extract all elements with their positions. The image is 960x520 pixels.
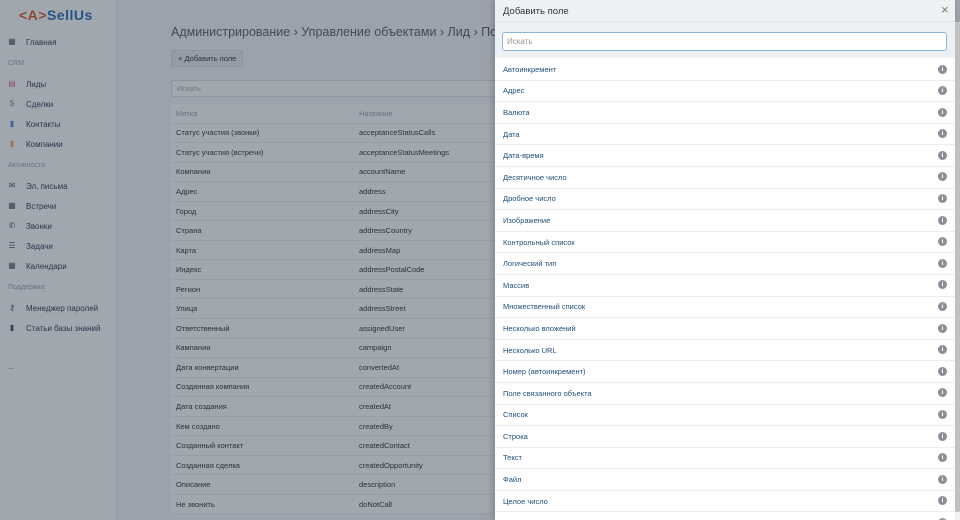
scrollbar-thumb[interactable] [955,22,960,512]
field-type-label[interactable]: Строка [503,432,528,441]
field-type-item[interactable]: Логический тип i [495,253,955,275]
field-type-label[interactable]: Текст [503,453,522,462]
field-type-label[interactable]: Валюта [503,108,530,117]
info-icon[interactable]: i [938,431,947,441]
field-type-item[interactable]: Массив i [495,275,955,297]
info-icon[interactable]: i [938,129,947,139]
field-type-item[interactable]: Текст i [495,448,955,470]
field-type-item[interactable]: Несколько URL i [495,340,955,362]
field-type-label[interactable]: Массив [503,281,529,290]
field-type-item[interactable]: Штрих-кодi [495,512,955,520]
info-icon[interactable]: i [938,496,947,506]
field-type-item[interactable]: Список i [495,405,955,427]
info-icon[interactable]: i [938,366,947,376]
field-type-item[interactable]: Контрольный список i [495,232,955,254]
field-type-item[interactable]: Адрес i [495,81,955,103]
info-icon[interactable]: i [938,258,947,268]
field-type-label[interactable]: Файл [503,475,521,484]
field-type-item[interactable]: Дата i [495,124,955,146]
close-icon[interactable]: × [941,2,949,17]
info-icon[interactable]: i [938,345,947,355]
field-type-label[interactable]: Поле связанного объекта [503,389,592,398]
info-icon[interactable]: i [938,453,947,463]
info-icon[interactable]: i [938,388,947,398]
info-icon[interactable]: i [938,237,947,247]
info-icon[interactable]: i [938,194,947,204]
field-type-label[interactable]: Дата [503,130,520,139]
info-icon[interactable]: i [938,172,947,182]
field-type-list: Автоинкремент i Адрес i Валюта i Дата i Дата-вре… [495,59,955,520]
field-type-label[interactable]: Десятичное число [503,173,567,182]
field-type-label[interactable]: Список [503,410,528,419]
add-field-panel: Добавить поле × АвтоинкрементiАдресiВалю… [495,0,955,520]
info-icon[interactable]: i [938,215,947,225]
info-icon[interactable]: i [938,64,947,74]
info-icon[interactable]: i [938,410,947,419]
field-type-item[interactable]: Целое число i [495,491,955,513]
field-type-label[interactable]: Контрольный список [503,238,575,247]
info-icon[interactable]: i [938,150,947,160]
field-type-label[interactable]: Логический тип [503,259,556,268]
field-type-label[interactable]: Адрес [503,86,524,95]
info-icon[interactable]: i [938,280,947,290]
panel-search-wrap [495,22,955,58]
field-type-label[interactable]: Дробное число [503,194,556,203]
field-type-item[interactable]: Автоинкремент i [495,59,955,81]
info-icon[interactable]: i [938,323,947,333]
info-icon[interactable]: i [938,107,947,117]
field-type-label[interactable]: Дата-время [503,151,544,160]
panel-header: Добавить поле × [495,0,955,22]
field-type-item[interactable]: Строка i [495,426,955,448]
field-type-item[interactable]: Множественный список i [495,297,955,319]
panel-title: Добавить поле [503,6,569,17]
field-type-item[interactable]: Номер (автоинкремент) i [495,361,955,383]
info-icon[interactable]: i [938,86,947,96]
field-type-item[interactable]: Несколько вложений i [495,318,955,340]
panel-search-input[interactable] [502,32,947,51]
panel-scrollbar[interactable] [955,22,960,520]
field-type-label[interactable]: Несколько URL [503,346,557,355]
field-type-label[interactable]: Целое число [503,497,548,506]
info-icon[interactable]: i [938,474,947,484]
field-type-label[interactable]: Автоинкремент [503,65,556,74]
field-type-label[interactable]: Номер (автоинкремент) [503,367,586,376]
field-type-item[interactable]: Десятичное число i [495,167,955,189]
field-type-label[interactable]: Множественный список [503,302,585,311]
field-type-label[interactable]: Несколько вложений [503,324,576,333]
info-icon[interactable]: i [938,302,947,312]
field-type-item[interactable]: Валюта i [495,102,955,124]
field-type-label[interactable]: Изображение [503,216,550,225]
field-type-item[interactable]: Изображение i [495,210,955,232]
field-type-item[interactable]: Дата-время i [495,145,955,167]
field-type-item[interactable]: Файл i [495,469,955,491]
field-type-item[interactable]: Дробное число i [495,189,955,211]
field-type-item[interactable]: Поле связанного объекта i [495,383,955,405]
